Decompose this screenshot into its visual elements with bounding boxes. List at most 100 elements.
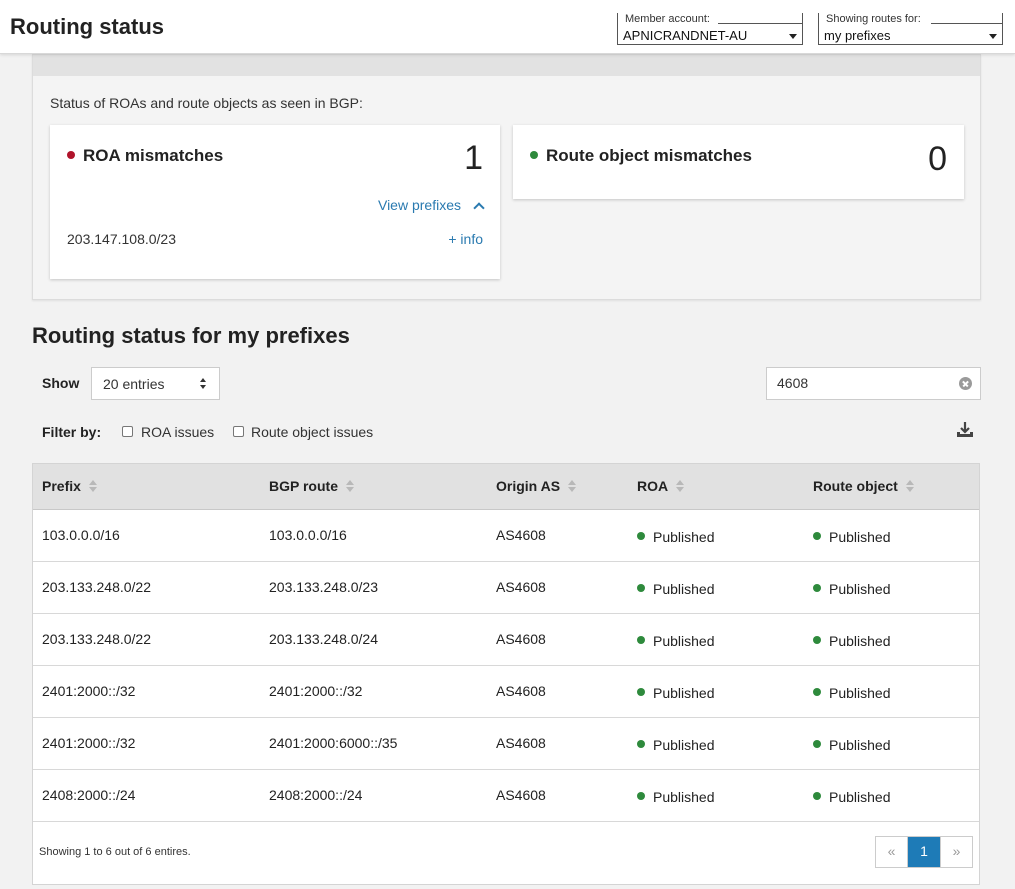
column-header-origin-as[interactable]: Origin AS <box>496 478 577 494</box>
ok-status-dot-icon <box>813 792 821 801</box>
showing-routes-select[interactable]: Showing routes for: my prefixes <box>818 13 1003 45</box>
select-arrows-icon <box>200 378 208 390</box>
pagination-next-button[interactable]: » <box>940 837 972 867</box>
cell-route-object: Published <box>813 685 891 701</box>
ok-status-dot-icon <box>813 688 821 697</box>
roa-mismatches-count: 1 <box>464 139 483 177</box>
cell-roa: Published <box>637 633 715 649</box>
cell-bgp-route: 203.133.248.0/23 <box>269 579 378 595</box>
view-prefixes-link[interactable]: View prefixes <box>378 197 485 214</box>
cell-roa: Published <box>637 529 715 545</box>
ok-status-dot-icon <box>637 688 645 697</box>
ok-status-dot-icon <box>637 792 645 801</box>
more-info-link[interactable]: + info <box>448 231 483 247</box>
search-box[interactable] <box>766 367 981 400</box>
cell-roa: Published <box>637 789 715 805</box>
download-icon[interactable] <box>955 420 975 440</box>
sort-icon <box>345 480 354 492</box>
column-header-roa[interactable]: ROA <box>637 478 685 494</box>
summary-description: Status of ROAs and route objects as seen… <box>50 95 363 111</box>
cell-bgp-route: 2408:2000::/24 <box>269 787 363 803</box>
sort-icon <box>568 480 577 492</box>
entries-value: 20 entries <box>103 376 165 392</box>
chevron-up-icon <box>473 202 485 214</box>
routing-table: Prefix BGP route Origin AS ROA Route obj… <box>32 463 980 885</box>
pagination-page-1[interactable]: 1 <box>908 837 940 867</box>
cell-origin-as: AS4608 <box>496 527 546 543</box>
table-header: Prefix BGP route Origin AS ROA Route obj… <box>33 464 979 510</box>
top-header: Routing status Member account: APNICRAND… <box>0 0 1015 54</box>
route-object-mismatches-card: Route object mismatches 0 <box>513 125 964 199</box>
cell-prefix: 2401:2000::/32 <box>42 735 136 751</box>
column-header-prefix[interactable]: Prefix <box>42 478 97 494</box>
table-row: 2408:2000::/24 2408:2000::/24 AS4608 Pub… <box>33 770 979 822</box>
table-row: 2401:2000::/32 2401:2000::/32 AS4608 Pub… <box>33 666 979 718</box>
cell-prefix: 2408:2000::/24 <box>42 787 136 803</box>
pagination: « 1 » <box>875 836 973 868</box>
error-status-dot-icon <box>67 150 75 159</box>
route-object-issues-checkbox[interactable] <box>233 426 244 437</box>
show-label: Show <box>42 375 80 391</box>
table-row: 2401:2000::/32 2401:2000:6000::/35 AS460… <box>33 718 979 770</box>
page-title: Routing status <box>10 14 164 39</box>
summary-panel: Status of ROAs and route objects as seen… <box>32 54 981 300</box>
roa-issues-checkbox[interactable] <box>122 426 133 437</box>
sort-icon <box>905 480 914 492</box>
route-object-mismatches-title: Route object mismatches <box>530 146 752 166</box>
entries-summary: Showing 1 to 6 out of 6 entires. <box>39 846 191 858</box>
table-row: 203.133.248.0/22 203.133.248.0/23 AS4608… <box>33 562 979 614</box>
cell-roa: Published <box>637 685 715 701</box>
search-input[interactable] <box>777 375 952 391</box>
cell-bgp-route: 103.0.0.0/16 <box>269 527 347 543</box>
roa-mismatches-title: ROA mismatches <box>67 146 223 166</box>
cell-origin-as: AS4608 <box>496 787 546 803</box>
ok-status-dot-icon <box>637 740 645 749</box>
cell-bgp-route: 203.133.248.0/24 <box>269 631 378 647</box>
pagination-prev-button[interactable]: « <box>876 837 908 867</box>
route-object-mismatches-count: 0 <box>928 140 947 178</box>
table-footer: Showing 1 to 6 out of 6 entires. « 1 » <box>33 822 979 884</box>
member-account-label: Member account: <box>624 13 711 25</box>
cell-origin-as: AS4608 <box>496 683 546 699</box>
clear-search-icon[interactable] <box>959 377 972 390</box>
ok-status-dot-icon <box>813 740 821 749</box>
column-header-bgp-route[interactable]: BGP route <box>269 478 354 494</box>
filter-label: Filter by: <box>42 424 102 440</box>
ok-status-dot-icon <box>637 584 645 593</box>
cell-route-object: Published <box>813 737 891 753</box>
mismatch-prefix: 203.147.108.0/23 <box>67 231 176 247</box>
cell-bgp-route: 2401:2000::/32 <box>269 683 363 699</box>
ok-status-dot-icon <box>813 584 821 593</box>
roa-issues-label: ROA issues <box>141 424 215 440</box>
member-account-select[interactable]: Member account: APNICRANDNET-AU <box>617 13 803 45</box>
cell-route-object: Published <box>813 789 891 805</box>
sort-icon <box>676 480 685 492</box>
showing-routes-label: Showing routes for: <box>825 13 922 25</box>
section-title: Routing status for my prefixes <box>32 323 350 348</box>
ok-status-dot-icon <box>637 532 645 541</box>
chevron-down-icon <box>789 34 797 39</box>
route-object-issues-label: Route object issues <box>251 424 374 440</box>
cell-prefix: 203.133.248.0/22 <box>42 631 151 647</box>
cell-roa: Published <box>637 581 715 597</box>
cell-origin-as: AS4608 <box>496 735 546 751</box>
cell-route-object: Published <box>813 633 891 649</box>
cell-prefix: 2401:2000::/32 <box>42 683 136 699</box>
entries-per-page-select[interactable]: 20 entries <box>91 367 220 400</box>
cell-route-object: Published <box>813 529 891 545</box>
cell-route-object: Published <box>813 581 891 597</box>
ok-status-dot-icon <box>637 636 645 645</box>
cell-prefix: 203.133.248.0/22 <box>42 579 151 595</box>
member-account-value: APNICRANDNET-AU <box>623 28 748 43</box>
ok-status-dot-icon <box>813 636 821 645</box>
showing-routes-value: my prefixes <box>824 28 891 43</box>
chevron-down-icon <box>989 34 997 39</box>
cell-origin-as: AS4608 <box>496 579 546 595</box>
sort-icon <box>88 480 97 492</box>
roa-mismatches-card: ROA mismatches 1 View prefixes 203.147.1… <box>50 125 500 279</box>
table-row: 203.133.248.0/22 203.133.248.0/24 AS4608… <box>33 614 979 666</box>
cell-prefix: 103.0.0.0/16 <box>42 527 120 543</box>
cell-origin-as: AS4608 <box>496 631 546 647</box>
column-header-route-object[interactable]: Route object <box>813 478 914 494</box>
table-row: 103.0.0.0/16 103.0.0.0/16 AS4608 Publish… <box>33 510 979 562</box>
